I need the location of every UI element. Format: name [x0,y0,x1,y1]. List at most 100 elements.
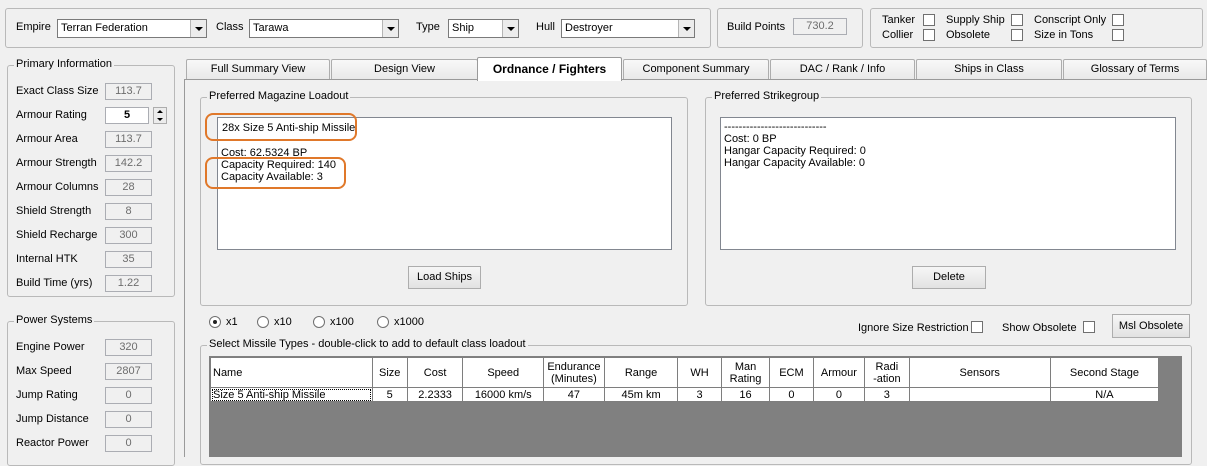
column-header-range[interactable]: Range [603,357,679,388]
supply-ship-label: Supply Ship [946,14,1005,26]
magazine-loadout-text[interactable]: 28x Size 5 Anti-ship Missile Cost: 62.53… [217,117,672,250]
column-header-second-stage[interactable]: Second Stage [1049,357,1160,388]
armour-strength-value: 142.2 [105,155,152,172]
chevron-down-icon[interactable] [382,20,398,37]
cell-cost: 2.2333 [406,387,464,402]
primary-info-title: Primary Information [14,58,114,70]
build-points-value: 730.2 [793,18,847,35]
tanker-checkbox[interactable] [923,14,935,26]
magazine-capacity-required: Capacity Required: 140 [221,159,336,171]
cell-sensors [908,387,1051,402]
ignore-size-checkbox[interactable] [971,321,983,333]
tanker-label: Tanker [882,14,916,26]
load-ships-button[interactable]: Load Ships [408,266,481,289]
cell-second-stage: N/A [1049,387,1160,402]
tab-glossary[interactable]: Glossary of Terms [1063,59,1207,79]
chevron-down-icon[interactable] [678,20,694,37]
exact-class-size-value: 113.7 [105,83,152,100]
cell-wh: 3 [677,387,722,402]
strikegroup-text[interactable]: ---------------------------- Cost: 0 BP … [720,117,1176,250]
column-header-endurance[interactable]: Endurance (Minutes) [543,357,605,388]
column-header-name[interactable]: Name [210,357,373,388]
empire-select[interactable]: Terran Federation [57,19,207,38]
spinner-arrows-icon[interactable] [153,107,167,124]
missile-grid[interactable]: Name Size Cost Speed Endurance (Minutes) Rang… [209,356,1182,457]
tab-design-view[interactable]: Design View [331,59,478,79]
tab-ordnance-fighters[interactable]: Ordnance / Fighters [477,57,622,81]
tab-ships-in-class[interactable]: Ships in Class [916,59,1062,79]
jump-rating-label: Jump Rating [16,389,78,401]
jump-rating-value: 0 [105,387,152,404]
size-in-tons-label: Size in Tons [1034,29,1094,41]
multiplier-x1000-radio[interactable] [377,316,389,328]
strikegroup-title: Preferred Strikegroup [712,90,822,102]
cell-name: Size 5 Anti-ship Missile [210,387,373,402]
shield-recharge-label: Shield Recharge [16,229,98,241]
tab-full-summary[interactable]: Full Summary View [186,59,330,79]
multiplier-x10-label: x10 [274,316,292,328]
column-header-speed[interactable]: Speed [462,357,545,388]
type-select[interactable]: Ship [448,19,519,38]
internal-htk-label: Internal HTK [16,253,78,265]
column-header-ecm[interactable]: ECM [769,357,814,388]
shield-strength-value: 8 [105,203,152,220]
type-value: Ship [452,22,475,34]
missile-types-title: Select Missile Types - double-click to a… [207,338,528,350]
size-in-tons-checkbox[interactable] [1112,29,1124,41]
max-speed-value: 2807 [105,363,152,380]
tab-dac-rank-info[interactable]: DAC / Rank / Info [770,59,915,79]
class-label: Class [216,21,244,33]
magazine-cost: Cost: 62.5324 BP [221,147,308,159]
column-header-armour[interactable]: Armour [812,357,866,388]
show-obsolete-checkbox[interactable] [1083,321,1095,333]
class-select[interactable]: Tarawa [249,19,399,38]
collier-checkbox[interactable] [923,29,935,41]
empire-value: Terran Federation [61,22,148,34]
build-time-value: 1.22 [105,275,152,292]
supply-ship-checkbox[interactable] [1011,14,1023,26]
column-header-sensors[interactable]: Sensors [908,357,1051,388]
multiplier-x1000-label: x1000 [394,316,424,328]
internal-htk-value: 35 [105,251,152,268]
shield-recharge-value: 300 [105,227,152,244]
multiplier-x100-radio[interactable] [313,316,325,328]
armour-area-value: 113.7 [105,131,152,148]
jump-distance-label: Jump Distance [16,413,89,425]
conscript-only-label: Conscript Only [1034,14,1107,26]
msl-obsolete-button[interactable]: Msl Obsolete [1112,314,1190,338]
delete-button[interactable]: Delete [912,266,986,289]
armour-columns-value: 28 [105,179,152,196]
multiplier-x1-radio[interactable] [209,316,221,328]
missile-table: Name Size Cost Speed Endurance (Minutes) Rang… [210,357,1160,402]
column-header-wh[interactable]: WH [677,357,722,388]
column-header-cost[interactable]: Cost [406,357,464,388]
cell-speed: 16000 km/s [462,387,545,402]
exact-class-size-label: Exact Class Size [16,85,99,97]
strikegroup-cost: Cost: 0 BP [724,133,777,145]
ignore-size-label: Ignore Size Restriction [858,322,969,334]
empire-label: Empire [16,21,51,33]
cell-endurance: 47 [543,387,605,402]
chevron-down-icon[interactable] [502,20,518,37]
obsolete-checkbox[interactable] [1011,29,1023,41]
build-time-label: Build Time (yrs) [16,277,93,289]
chevron-down-icon[interactable] [190,20,206,37]
hull-select[interactable]: Destroyer [561,19,695,38]
reactor-power-value: 0 [105,435,152,452]
cell-ecm: 0 [769,387,814,402]
conscript-only-checkbox[interactable] [1112,14,1124,26]
multiplier-x100-label: x100 [330,316,354,328]
armour-rating-value[interactable]: 5 [105,107,149,124]
tab-component-summary[interactable]: Component Summary [623,59,769,79]
jump-distance-value: 0 [105,411,152,428]
column-header-man-rating[interactable]: Man Rating [720,357,771,388]
armour-strength-label: Armour Strength [16,157,97,169]
class-value: Tarawa [253,22,289,34]
engine-power-value: 320 [105,339,152,356]
hangar-capacity-required: Hangar Capacity Required: 0 [724,145,866,157]
multiplier-x10-radio[interactable] [257,316,269,328]
cell-radi-ation: 3 [864,387,910,402]
column-header-size[interactable]: Size [371,357,408,388]
column-header-radi-ation[interactable]: Radi -ation [864,357,910,388]
table-row[interactable]: Size 5 Anti-ship Missile 5 2.2333 16000 km/… [210,387,1160,402]
